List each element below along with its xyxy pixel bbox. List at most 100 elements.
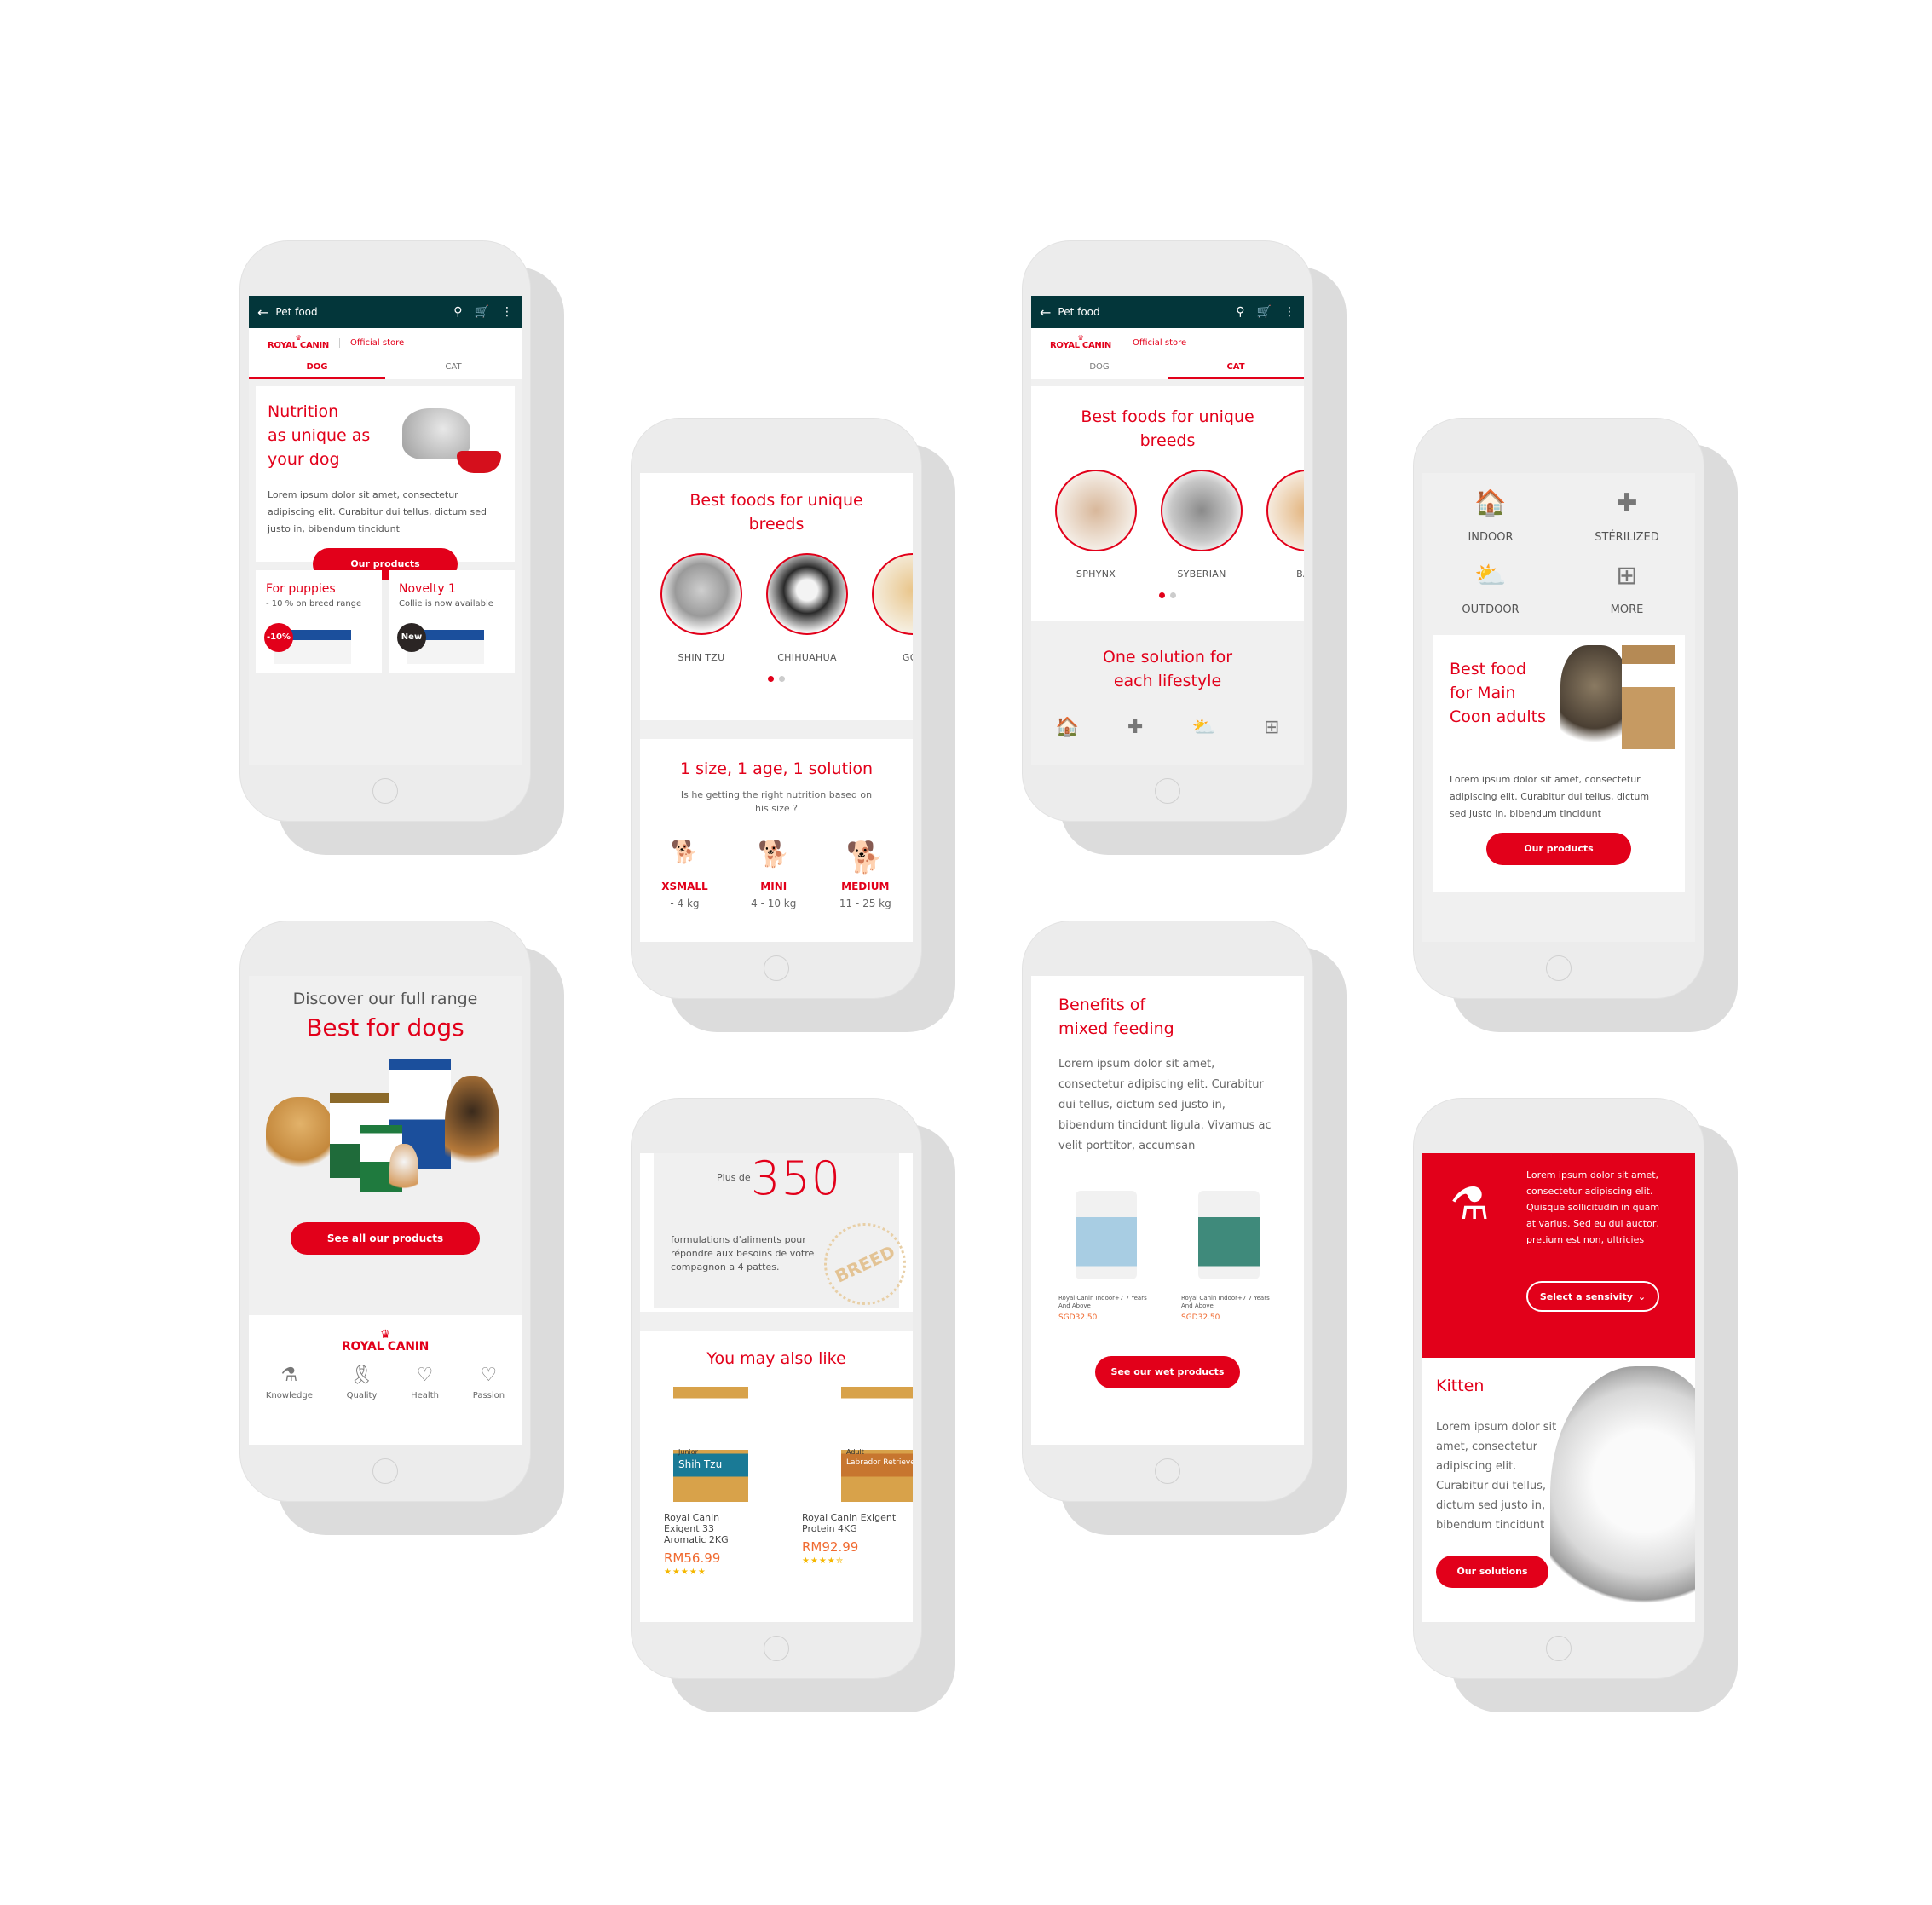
tab-dog[interactable]: DOG	[249, 357, 385, 379]
screen: ← Pet food ⚲ 🛒 ⋮ ♛ ROYAL CANIN Official s…	[1031, 296, 1304, 765]
rating-stars: ★★★★✮	[802, 1556, 845, 1566]
brand-row: ♛ ROYAL CANIN Official store	[1031, 328, 1304, 357]
size-subtitle: Is he getting the right nutrition based …	[680, 789, 873, 814]
main-coon-cat-image	[1560, 645, 1629, 748]
lifestyle-outdoor[interactable]: ⛅ OUTDOOR	[1422, 561, 1559, 616]
promo-card[interactable]: For puppies - 10 % on breed range -10%	[256, 570, 382, 673]
select-sensivity-dropdown[interactable]: Select a sensivity ⌄	[1526, 1281, 1659, 1312]
our-solutions-button[interactable]: Our solutions	[1436, 1556, 1548, 1588]
promo-card[interactable]: Novelty 1 Collie is now available New	[389, 570, 515, 673]
section-gap	[1031, 379, 1304, 386]
value-label: Knowledge	[265, 1391, 313, 1400]
home-button[interactable]	[764, 955, 789, 981]
see-wet-products-button[interactable]: See our wet products	[1095, 1356, 1240, 1388]
back-arrow-icon[interactable]: ←	[1040, 304, 1051, 320]
value-item[interactable]: 🎗 Quality	[347, 1365, 378, 1400]
tab-dog[interactable]: DOG	[1031, 357, 1168, 379]
see-all-products-button[interactable]: See all our products	[291, 1222, 480, 1255]
home-button[interactable]	[1155, 778, 1180, 804]
tab-cat[interactable]: CAT	[1168, 357, 1304, 379]
stat-row: Plus de 350	[671, 1153, 882, 1208]
breed-item[interactable]: BALI	[1266, 470, 1304, 580]
lifestyle-label: MORE	[1610, 603, 1644, 616]
rating-stars: ★★★★★	[664, 1567, 706, 1577]
carousel-dot[interactable]	[779, 676, 785, 682]
crown-icon: ♛	[379, 1328, 391, 1342]
breed-label: SYBERIAN	[1177, 569, 1226, 580]
carousel-dot-active[interactable]	[768, 676, 774, 682]
hero-text: Lorem ipsum dolor sit amet, consectetur …	[268, 489, 487, 534]
breed-item[interactable]: SPHYNX	[1055, 470, 1137, 580]
carousel-dot-active[interactable]	[1159, 592, 1165, 598]
heart-tree-icon: ♡	[416, 1365, 434, 1386]
search-icon[interactable]: ⚲	[453, 305, 462, 319]
cross-icon: ✚	[1616, 488, 1638, 518]
title: Best for dogs	[306, 1013, 464, 1042]
tab-cat[interactable]: CAT	[385, 357, 522, 379]
search-icon[interactable]: ⚲	[1236, 305, 1244, 319]
royal-canin-logo: ♛ ROYAL CANIN	[249, 1329, 522, 1353]
product-price: RM56.99	[664, 1550, 721, 1566]
cross-icon[interactable]: ✚	[1127, 717, 1143, 738]
home-button[interactable]	[372, 1458, 398, 1484]
plus-square-icon[interactable]: ⊞	[1264, 717, 1279, 738]
size-option[interactable]: 🐕 MINI 4 - 10 kg	[751, 840, 796, 909]
phone-cat-home: ← Pet food ⚲ 🛒 ⋮ ♛ ROYAL CANIN Official s…	[1023, 241, 1347, 855]
home-button[interactable]	[1155, 1458, 1180, 1484]
back-arrow-icon[interactable]: ←	[257, 304, 268, 320]
main-coon-card: Best food for Main Coon adults Lorem ips…	[1433, 635, 1685, 892]
cart-icon[interactable]: 🛒	[475, 305, 489, 319]
product-bag-image	[1622, 645, 1675, 749]
discount-badge: -10%	[264, 623, 293, 652]
home-button[interactable]	[1546, 955, 1572, 981]
lifestyle-indoor[interactable]: 🏠 INDOOR	[1422, 488, 1559, 544]
phone-kitten: ⚗ Lorem ipsum dolor sit amet, consectetu…	[1414, 1099, 1738, 1712]
breed-item[interactable]: SYBERIAN	[1161, 470, 1243, 580]
cart-icon[interactable]: 🛒	[1257, 305, 1272, 319]
home-button[interactable]	[1546, 1636, 1572, 1661]
size-range: 11 - 25 kg	[839, 898, 891, 909]
golden-retriever-image	[266, 1097, 334, 1174]
product-card[interactable]: Adult Labrador Retriever Royal Canin Exi…	[802, 1387, 913, 1577]
phone-recommendations: Plus de 350 formulations d'aliments pour…	[632, 1099, 955, 1712]
phone-frame: ← Pet food ⚲ 🛒 ⋮ ♛ ROYAL CANIN Official s…	[240, 241, 530, 821]
product-price: SGD32.50	[1181, 1313, 1220, 1322]
value-item[interactable]: ⚗ Knowledge	[266, 1365, 313, 1400]
size-range: 4 - 10 kg	[751, 898, 797, 909]
more-vert-icon[interactable]: ⋮	[1283, 305, 1295, 319]
product-card[interactable]: Junior Shih Tzu Royal Canin Exigent 33 A…	[664, 1387, 758, 1577]
breeds-title: Best foods for unique breeds	[689, 491, 863, 534]
product-price: RM92.99	[802, 1539, 859, 1555]
product-card[interactable]: Royal Canin Indoor+7 7 Years And Above S…	[1181, 1191, 1277, 1322]
carousel-dot[interactable]	[1170, 592, 1176, 598]
royal-canin-logo: ♛ ROYAL CANIN	[268, 335, 329, 350]
lifestyle-more[interactable]: ⊞ MORE	[1559, 561, 1695, 616]
breed-photo	[1161, 470, 1243, 551]
lifestyle-sterilized[interactable]: ✚ STÉRILIZED	[1559, 488, 1695, 544]
title-line: Benefits of	[1058, 996, 1146, 1014]
size-option[interactable]: 🐕 MEDIUM 11 - 25 kg	[839, 840, 891, 909]
breed-item[interactable]: SHIN TZU	[660, 553, 742, 663]
size-option[interactable]: 🐕 XSMALL - 4 kg	[661, 840, 707, 909]
product-card[interactable]: Royal Canin Indoor+7 7 Years And Above S…	[1058, 1191, 1154, 1322]
breed-item[interactable]: CHIHUAHUA	[766, 553, 848, 663]
home-button[interactable]	[372, 778, 398, 804]
breed-photo	[1266, 470, 1304, 551]
phone-frame: ⚗ Lorem ipsum dolor sit amet, consectetu…	[1414, 1099, 1704, 1678]
house-icon: 🏠	[1474, 488, 1507, 518]
home-button[interactable]	[764, 1636, 789, 1661]
screen: ⚗ Lorem ipsum dolor sit amet, consectetu…	[1422, 1153, 1695, 1622]
breeds-section: Best foods for unique breeds SHIN TZU CH…	[640, 473, 913, 720]
carousel-dots	[1031, 592, 1304, 601]
promo-subtitle: - 10 % on breed range	[266, 599, 362, 609]
our-products-button[interactable]: Our products	[1486, 833, 1631, 865]
lifestyle-label: STÉRILIZED	[1595, 531, 1659, 544]
value-item[interactable]: ♡ Passion	[473, 1365, 505, 1400]
breed-item[interactable]: GOL	[872, 553, 913, 663]
more-vert-icon[interactable]: ⋮	[501, 305, 513, 319]
sun-cloud-icon[interactable]: ⛅	[1192, 717, 1215, 738]
range-section: Discover our full range Best for dogs Se…	[249, 976, 522, 1315]
pack-sub-label: Junior	[678, 1448, 698, 1456]
house-icon[interactable]: 🏠	[1056, 717, 1079, 738]
value-item[interactable]: ♡ Health	[411, 1365, 439, 1400]
